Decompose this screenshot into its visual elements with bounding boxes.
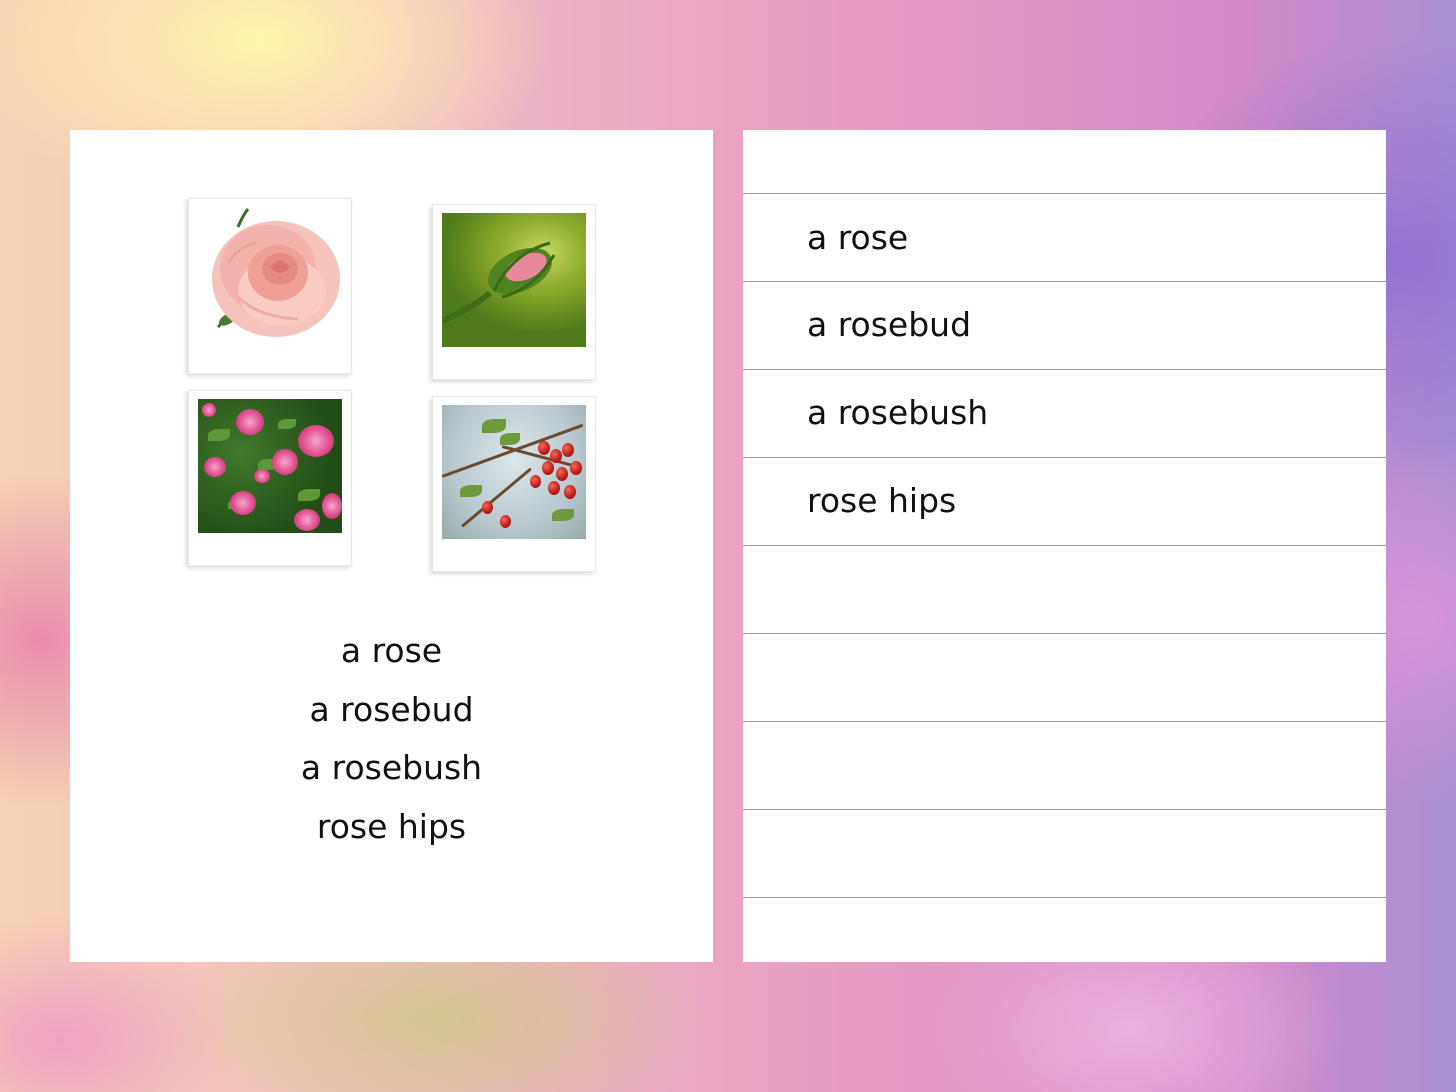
ruled-line bbox=[743, 281, 1386, 282]
picture-word-card: a rose a rosebud a rosebush rose hips bbox=[70, 130, 713, 962]
word-a-rosebud: a rosebud bbox=[309, 689, 474, 729]
word-rose-hips: rose hips bbox=[316, 806, 467, 846]
word-a-rose: a rose bbox=[340, 631, 443, 670]
ruled-line bbox=[743, 721, 1386, 722]
line-word-a-rose: a rose bbox=[807, 218, 909, 257]
ruled-line bbox=[743, 193, 1386, 194]
word-list: a rose a rosebud a rosebush rose hips bbox=[70, 622, 713, 856]
ruled-line bbox=[743, 633, 1386, 634]
ruled-line bbox=[743, 457, 1386, 458]
rose-photo-card bbox=[188, 198, 352, 374]
line-word-a-rosebush: a rosebush bbox=[807, 393, 989, 432]
rose-hips-photo-icon bbox=[442, 405, 586, 539]
ruled-line bbox=[743, 897, 1386, 898]
rose-hips-photo-card bbox=[432, 396, 596, 572]
writing-page: a rose a rosebud a rosebush rose hips bbox=[743, 130, 1386, 962]
rosebush-photo-card bbox=[188, 390, 352, 566]
word-a-rosebush: a rosebush bbox=[300, 748, 483, 787]
line-word-a-rosebud: a rosebud bbox=[807, 305, 972, 344]
rosebud-photo-icon bbox=[442, 213, 586, 347]
ruled-line bbox=[743, 369, 1386, 370]
line-word-rose-hips: rose hips bbox=[807, 481, 957, 520]
rose-photo-icon bbox=[198, 207, 342, 341]
ruled-line bbox=[743, 545, 1386, 546]
rosebush-photo-icon bbox=[198, 399, 342, 533]
rosebud-photo-card bbox=[432, 204, 596, 380]
ruled-line bbox=[743, 809, 1386, 810]
